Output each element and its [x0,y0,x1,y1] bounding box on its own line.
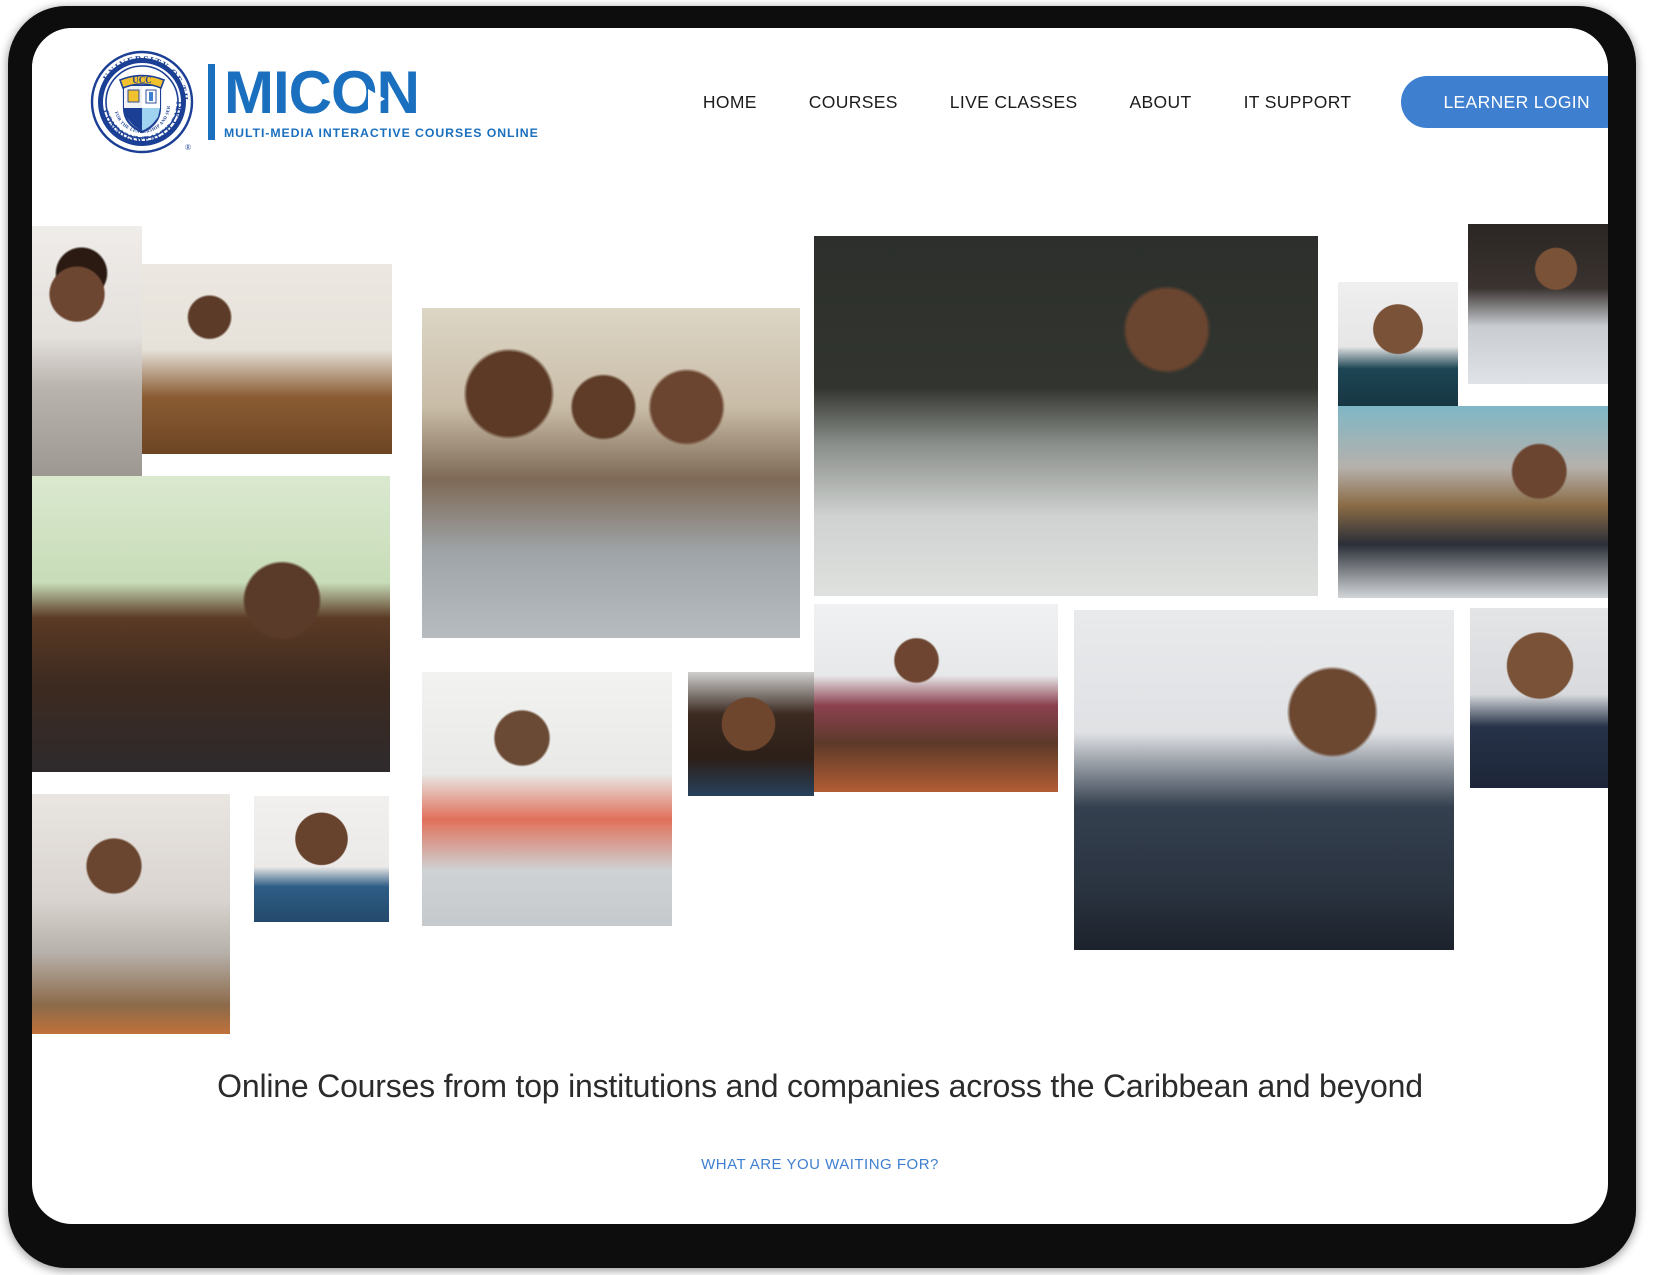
play-button-icon [368,89,385,109]
tile-woman-headband-at-imac [32,794,230,1034]
svg-text:®: ® [185,143,191,152]
tile-couple-hugging-kitchen [814,604,1058,792]
hero-image-collage [32,198,1608,1058]
svg-text:UCC: UCC [132,75,152,85]
tile-woman-striped-top-laptop [814,236,1318,596]
tile-businessman-writing-notes [1074,610,1454,950]
brand-logo[interactable]: UNIVERSITY OF THE COMMONWEALTH CARIBBEAN [90,50,539,154]
site-header: UNIVERSITY OF THE COMMONWEALTH CARIBBEAN [32,28,1608,176]
main-navigation: HOME COURSES LIVE CLASSES ABOUT IT SUPPO… [677,28,1608,176]
micon-wordmark: MICON MULTI-MEDIA INTERACTIVE COURSES ON… [208,63,539,140]
tile-laughing-woman-braids [688,672,814,796]
tile-woman-at-computer-dark [1468,224,1608,384]
what-are-you-waiting-for-link[interactable]: WHAT ARE YOU WAITING FOR? [32,1156,1608,1173]
nav-item-about[interactable]: ABOUT [1104,92,1218,113]
wordmark-tagline: MULTI-MEDIA INTERACTIVE COURSES ONLINE [224,126,539,140]
device-bezel: UNIVERSITY OF THE COMMONWEALTH CARIBBEAN [8,6,1636,1268]
tile-man-on-phone-at-imac [142,264,392,454]
tile-family-with-laptop [422,308,800,638]
tile-woman-navy-blazer-portrait [1470,608,1608,788]
wordmark-text: MICON [224,63,539,123]
nav-item-live-classes[interactable]: LIVE CLASSES [924,92,1104,113]
tile-smiling-man-grey-blazer [32,226,142,488]
tile-woman-coral-cardigan-laptop [422,672,672,926]
tile-man-glasses-cafe-laptop [1338,406,1608,598]
nav-item-home[interactable]: HOME [677,92,783,113]
browser-viewport: UNIVERSITY OF THE COMMONWEALTH CARIBBEAN [32,28,1608,1224]
wordmark-divider-bar [208,64,215,140]
nav-item-it-support[interactable]: IT SUPPORT [1218,92,1378,113]
nav-item-courses[interactable]: COURSES [783,92,924,113]
tile-man-drinking-coffee-laptop [32,476,390,772]
ucc-crest-icon: UNIVERSITY OF THE COMMONWEALTH CARIBBEAN [90,50,194,154]
hero-tagline: Online Courses from top institutions and… [217,1068,1423,1104]
learner-login-button[interactable]: LEARNER LOGIN [1401,76,1608,128]
tile-smiling-woman-print-blouse [1338,282,1458,406]
tile-bearded-man-blue-polo [254,796,389,922]
